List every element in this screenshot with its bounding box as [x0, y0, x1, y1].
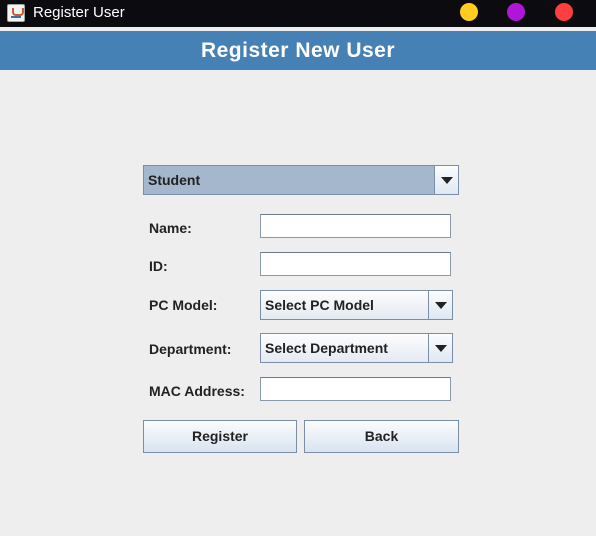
window-titlebar: Register User [0, 0, 596, 27]
mac-address-field[interactable] [260, 377, 451, 401]
user-type-selected: Student [148, 172, 201, 188]
department-label: Department: [149, 341, 232, 357]
page-title: Register New User [200, 39, 396, 62]
department-dropdown[interactable]: Select Department [260, 333, 453, 363]
id-field[interactable] [260, 252, 451, 276]
chevron-down-icon[interactable] [434, 166, 458, 194]
window-title: Register User [33, 4, 125, 21]
pc-model-selected: Select PC Model [265, 297, 374, 313]
minimize-icon[interactable] [460, 3, 478, 21]
user-type-dropdown[interactable]: Student [143, 165, 459, 195]
mac-address-label: MAC Address: [149, 383, 245, 399]
maximize-icon[interactable] [507, 3, 525, 21]
back-button[interactable]: Back [304, 420, 459, 453]
close-icon[interactable] [555, 3, 573, 21]
pc-model-dropdown[interactable]: Select PC Model [260, 290, 453, 320]
java-app-icon [7, 4, 25, 22]
pc-model-label: PC Model: [149, 297, 218, 313]
name-field[interactable] [260, 214, 451, 238]
name-label: Name: [149, 220, 192, 236]
chevron-down-icon[interactable] [428, 334, 452, 362]
department-selected: Select Department [265, 340, 388, 356]
register-button[interactable]: Register [143, 420, 297, 453]
chevron-down-icon[interactable] [428, 291, 452, 319]
header-bar: Register New User [0, 31, 596, 70]
id-label: ID: [149, 258, 168, 274]
